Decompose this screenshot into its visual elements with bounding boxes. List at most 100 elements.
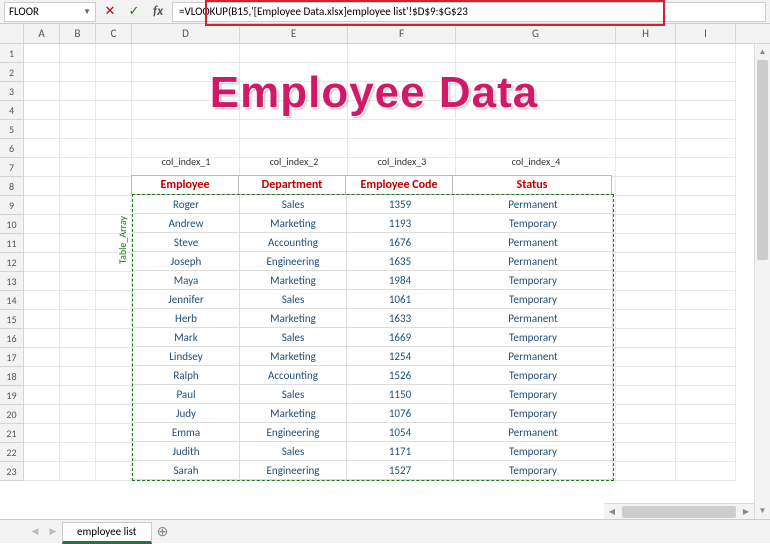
table-row[interactable]: AndrewMarketing1193Temporary [133,214,613,233]
table-cell[interactable]: Temporary [454,442,613,461]
column-header[interactable]: F [348,24,456,43]
row-header[interactable]: 6 [0,139,24,158]
row-header[interactable]: 9 [0,196,24,215]
cell[interactable] [60,139,96,158]
cell[interactable] [60,367,96,386]
row-header[interactable]: 13 [0,272,24,291]
cell[interactable] [24,215,60,234]
cell[interactable] [96,405,132,424]
cell[interactable] [616,234,676,253]
cell[interactable] [616,272,676,291]
table-cell[interactable]: Marketing [240,404,347,423]
table-cell[interactable]: Permanent [454,347,613,366]
cell[interactable] [60,158,96,177]
table-cell[interactable]: Sales [240,385,347,404]
scroll-left-icon[interactable]: ◀ [604,507,620,517]
table-row[interactable]: LindseyMarketing1254Permanent [133,347,613,366]
row-header[interactable]: 15 [0,310,24,329]
cell[interactable] [60,253,96,272]
row-header[interactable]: 12 [0,253,24,272]
cell[interactable] [60,44,96,63]
cell[interactable] [616,253,676,272]
cell[interactable] [24,63,60,82]
cell[interactable] [24,310,60,329]
cell[interactable] [60,329,96,348]
cell[interactable] [676,291,736,310]
table-cell[interactable]: 1359 [347,195,454,214]
table-cell[interactable]: Marketing [240,309,347,328]
cell[interactable] [96,462,132,481]
table-cell[interactable]: Temporary [454,271,613,290]
cell[interactable] [676,158,736,177]
sheet-tab-active[interactable]: employee list [62,522,152,544]
cell[interactable] [60,310,96,329]
table-cell[interactable]: 1526 [347,366,454,385]
cell[interactable] [676,63,736,82]
cell[interactable] [676,139,736,158]
cell[interactable] [616,196,676,215]
cell[interactable] [616,443,676,462]
cell[interactable] [616,82,676,101]
cell[interactable] [676,215,736,234]
cell[interactable] [616,215,676,234]
table-row[interactable]: MayaMarketing1984Temporary [133,271,613,290]
scroll-right-icon[interactable]: ▶ [738,507,754,517]
table-cell[interactable]: Temporary [454,461,613,480]
table-cell[interactable]: Marketing [240,271,347,290]
cell[interactable] [676,310,736,329]
row-header[interactable]: 3 [0,82,24,101]
cell[interactable] [24,177,60,196]
table-cell[interactable]: 1669 [347,328,454,347]
table-cell[interactable]: Sarah [133,461,240,480]
column-header[interactable]: G [456,24,616,43]
tab-nav-next-icon[interactable]: ▶ [44,523,62,541]
column-header[interactable]: D [132,24,240,43]
table-cell[interactable]: Engineering [240,423,347,442]
vertical-scrollbar[interactable]: ▲ ▼ [754,44,770,519]
row-header[interactable]: 1 [0,44,24,63]
cell[interactable] [24,462,60,481]
fx-icon[interactable]: fx [148,2,168,22]
cell[interactable] [676,82,736,101]
cell[interactable] [60,82,96,101]
table-cell[interactable]: Sales [240,442,347,461]
table-cell[interactable]: Jennifer [133,290,240,309]
cell[interactable] [676,367,736,386]
cell[interactable] [616,158,676,177]
cell[interactable] [60,462,96,481]
table-row[interactable]: JudyMarketing1076Temporary [133,404,613,423]
cell[interactable] [60,177,96,196]
cell[interactable] [96,386,132,405]
table-cell[interactable]: Temporary [454,290,613,309]
table-cell[interactable]: Herb [133,309,240,328]
scrollbar-thumb[interactable] [622,506,736,518]
column-header[interactable]: E [240,24,348,43]
column-header[interactable]: A [24,24,60,43]
column-header[interactable]: I [676,24,736,43]
cell[interactable] [616,310,676,329]
row-header[interactable]: 23 [0,462,24,481]
cell[interactable] [616,139,676,158]
table-cell[interactable]: Temporary [454,214,613,233]
cell[interactable] [676,177,736,196]
cell[interactable] [616,101,676,120]
cell[interactable] [24,329,60,348]
cell[interactable] [96,196,132,215]
row-header[interactable]: 8 [0,177,24,196]
row-header[interactable]: 19 [0,386,24,405]
cell[interactable] [676,234,736,253]
cell[interactable] [616,348,676,367]
table-cell[interactable]: Permanent [454,195,613,214]
table-row[interactable]: JudithSales1171Temporary [133,442,613,461]
scrollbar-thumb[interactable] [757,60,768,260]
cell[interactable] [24,367,60,386]
row-header[interactable]: 14 [0,291,24,310]
cell[interactable] [60,196,96,215]
table-cell[interactable]: Accounting [240,233,347,252]
table-row[interactable]: HerbMarketing1633Permanent [133,309,613,328]
cell[interactable] [96,101,132,120]
table-row[interactable]: SarahEngineering1527Temporary [133,461,613,480]
cell[interactable] [676,424,736,443]
cell[interactable] [676,44,736,63]
cell[interactable] [676,120,736,139]
